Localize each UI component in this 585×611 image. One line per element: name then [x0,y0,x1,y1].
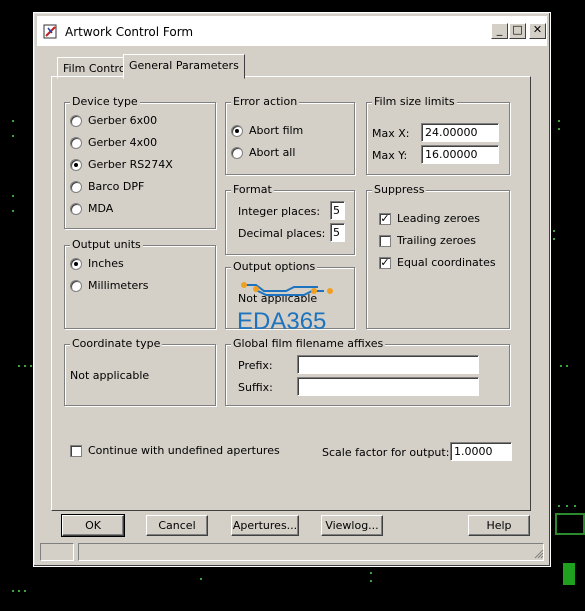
radio-abort-all[interactable]: Abort all [231,146,295,159]
pcb-component [563,563,575,585]
watermark-text: EDA365 [237,308,326,333]
artwork-control-dialog: Artwork Control Form _ □ ✕ Film Control … [33,12,551,567]
checkbox-label: Continue with undefined apertures [88,444,280,457]
device-type-group: Device type Gerber 6x00 Gerber 4x00 Gerb… [64,95,216,229]
resize-grip-icon[interactable] [532,547,544,559]
group-label: Coordinate type [70,337,163,350]
close-icon: ✕ [532,23,543,36]
ok-button[interactable]: OK [61,514,125,537]
radio-label: Abort all [249,146,296,159]
group-label: Suppress [372,183,427,196]
checkbox[interactable]: ✓ [379,212,391,225]
status-bar [40,543,546,561]
radio-button[interactable] [70,180,82,193]
scale-factor-input[interactable]: 1.0000 [450,442,512,461]
max-x-input[interactable]: 24.00000 [421,123,499,142]
radio-button[interactable] [70,136,82,149]
radio-button[interactable] [70,279,82,292]
radio-button[interactable] [231,146,243,159]
radio-mda[interactable]: MDA [70,202,113,215]
film-size-limits-group: Film size limits Max X: 24.00000 Max Y: … [366,95,510,175]
minimize-button[interactable]: _ [491,23,508,39]
checkbox[interactable]: ✓ [379,256,391,269]
checkbox-label: Equal coordinates [397,256,496,269]
checkbox-equal-coordinates[interactable]: ✓ Equal coordinates [379,256,496,269]
radio-label: Gerber 4x00 [88,136,158,149]
checkbox-continue-undefined-apertures[interactable]: Continue with undefined apertures [70,444,280,457]
checkbox[interactable] [70,444,82,457]
radio-button[interactable] [231,124,243,137]
pcb-pad [555,513,585,535]
window-title: Artwork Control Form [65,25,194,39]
radio-label: Inches [88,257,124,270]
close-button[interactable]: ✕ [529,23,546,39]
output-units-group: Output units Inches Millimeters [64,238,216,329]
apertures-button[interactable]: Apertures... [231,515,299,536]
minimize-icon: _ [496,23,503,36]
radio-millimeters[interactable]: Millimeters [70,279,149,292]
checkbox-label: Leading zeroes [397,212,480,225]
checkbox-leading-zeroes[interactable]: ✓ Leading zeroes [379,212,480,225]
max-x-label: Max X: [372,127,410,140]
scale-factor-label: Scale factor for output: [322,446,450,459]
max-y-label: Max Y: [372,149,408,162]
tab-label: General Parameters [129,59,239,72]
checkbox[interactable] [379,234,391,247]
status-pane [78,543,544,561]
checkbox-trailing-zeroes[interactable]: Trailing zeroes [379,234,476,247]
group-label: Format [231,183,274,196]
suffix-input[interactable] [297,377,479,396]
radio-label: Gerber RS274X [88,158,173,171]
tab-label: Film Control [63,62,129,75]
radio-button[interactable] [70,257,82,270]
prefix-label: Prefix: [238,359,273,372]
error-action-group: Error action Abort film Abort all [225,95,355,175]
viewlog-button[interactable]: Viewlog... [321,515,383,536]
suffix-label: Suffix: [238,381,273,394]
maximize-button[interactable]: □ [509,23,526,39]
radio-barco-dpf[interactable]: Barco DPF [70,180,144,193]
decimal-places-input[interactable]: 5 [330,223,345,242]
integer-places-input[interactable]: 5 [330,201,345,220]
app-icon [43,24,57,39]
tab-general-parameters[interactable]: General Parameters [123,54,245,79]
radio-gerber-6x00[interactable]: Gerber 6x00 [70,114,157,127]
integer-places-label: Integer places: [238,205,321,218]
cancel-button[interactable]: Cancel [146,515,208,536]
checkbox-label: Trailing zeroes [397,234,477,247]
radio-label: Gerber 6x00 [88,114,158,127]
suppress-group: Suppress ✓ Leading zeroes Trailing zeroe… [366,183,510,329]
maximize-icon: □ [512,23,523,36]
group-label: Output units [70,238,143,251]
radio-button[interactable] [70,114,82,127]
radio-label: Millimeters [88,279,149,292]
group-label: Device type [70,95,140,108]
coordinate-type-text: Not applicable [70,369,150,382]
global-affixes-group: Global film filename affixes Prefix: Suf… [225,337,510,406]
group-label: Film size limits [372,95,457,108]
radio-button[interactable] [70,202,82,215]
coordinate-type-group: Coordinate type Not applicable [64,337,216,406]
format-group: Format Integer places: 5 Decimal places:… [225,183,355,255]
status-pane [40,543,74,561]
radio-abort-film[interactable]: Abort film [231,124,303,137]
radio-label: MDA [88,202,114,215]
decimal-places-label: Decimal places: [238,227,326,240]
radio-button[interactable] [70,158,82,171]
group-label: Global film filename affixes [231,337,386,350]
radio-label: Abort film [249,124,304,137]
prefix-input[interactable] [297,355,479,374]
title-bar: Artwork Control Form _ □ ✕ [37,16,547,46]
radio-gerber-4x00[interactable]: Gerber 4x00 [70,136,157,149]
group-label: Output options [231,260,318,273]
radio-label: Barco DPF [88,180,145,193]
group-label: Error action [231,95,300,108]
help-button[interactable]: Help [468,515,530,536]
eda365-watermark-logo: EDA365 [237,282,333,333]
max-y-input[interactable]: 16.00000 [421,145,499,164]
radio-inches[interactable]: Inches [70,257,124,270]
radio-gerber-rs274x[interactable]: Gerber RS274X [70,158,173,171]
